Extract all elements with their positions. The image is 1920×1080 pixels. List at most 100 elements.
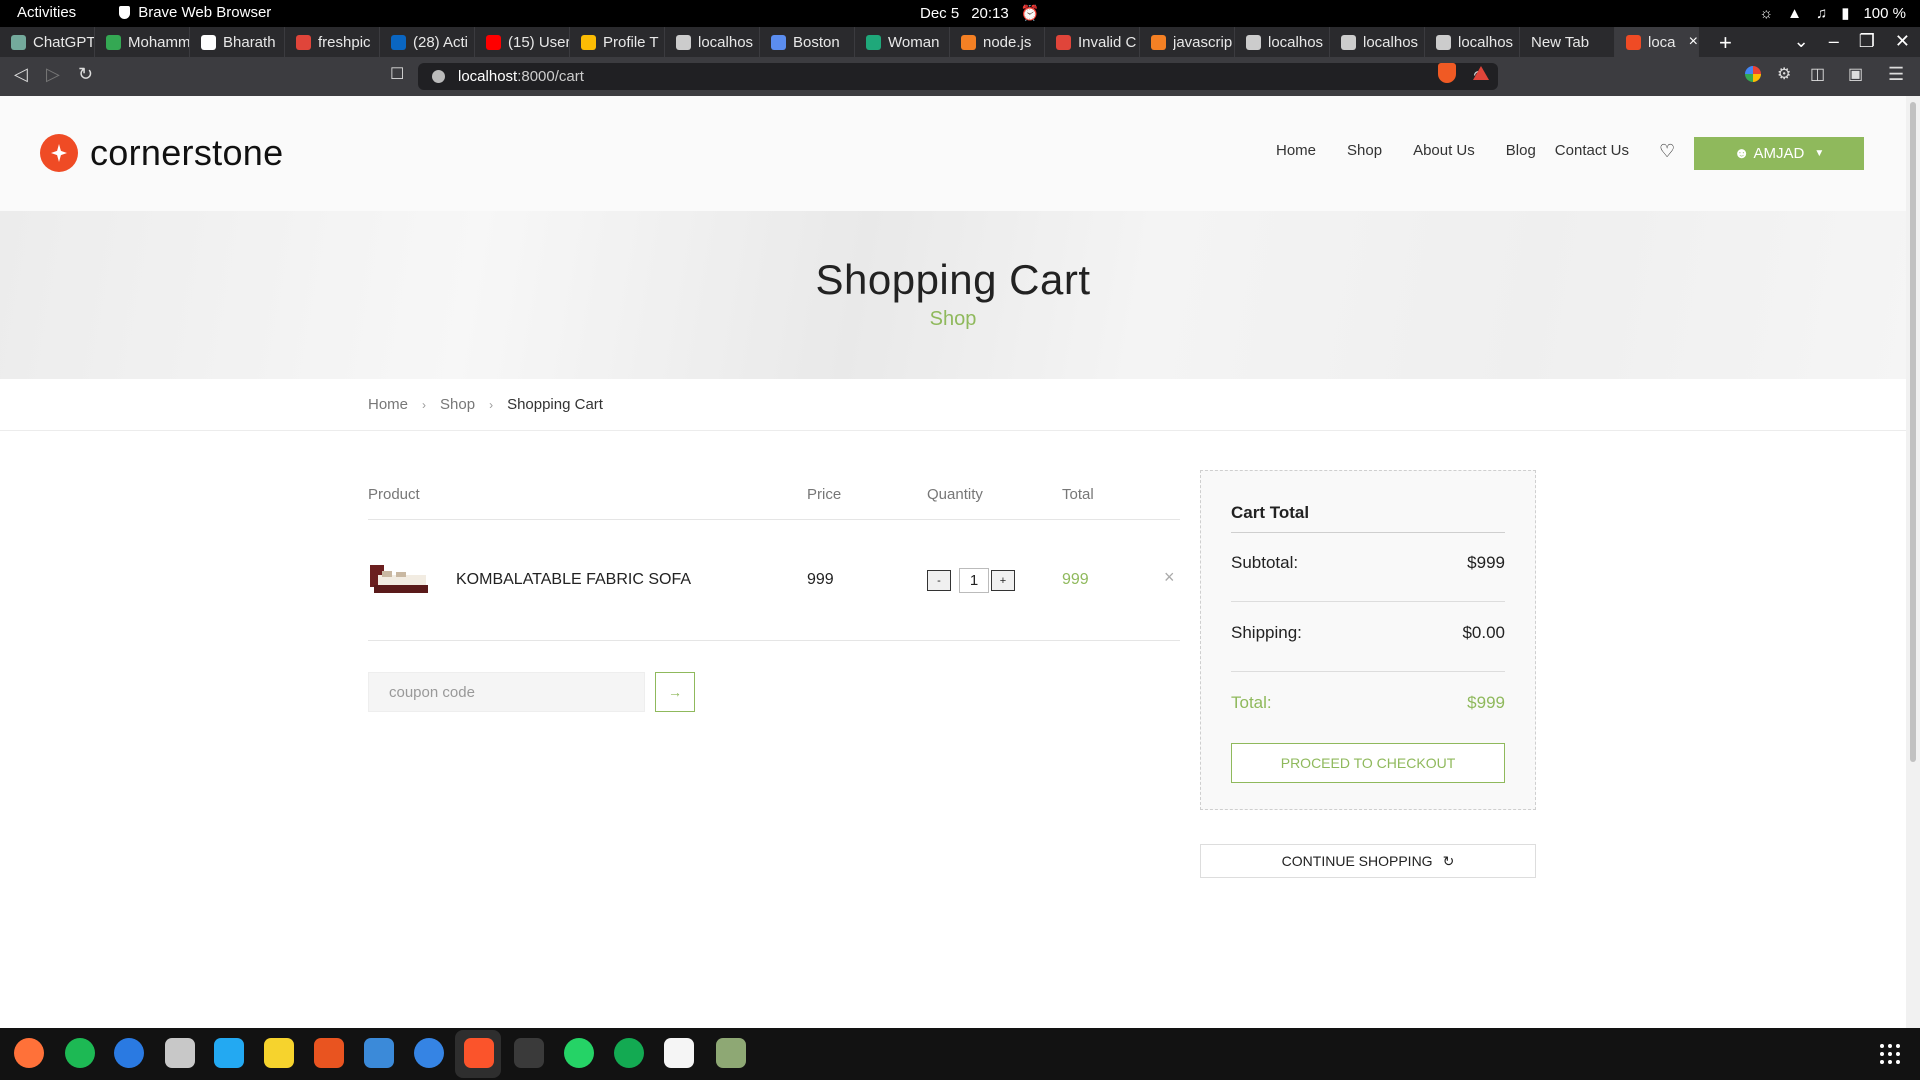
- wallet-icon[interactable]: ▣: [1848, 64, 1863, 84]
- system-top-bar: Activities Brave Web Browser Dec 5 20:13…: [0, 0, 1920, 27]
- browser-tab[interactable]: localhos: [665, 27, 760, 57]
- proceed-to-checkout-button[interactable]: PROCEED TO CHECKOUT: [1231, 743, 1505, 783]
- breadcrumb-home[interactable]: Home: [368, 396, 408, 413]
- firefox-icon[interactable]: [14, 1038, 44, 1068]
- app-center-icon[interactable]: [314, 1038, 344, 1068]
- browser-tab[interactable]: localhos: [1425, 27, 1520, 57]
- puzzle-icon[interactable]: ⚙: [1777, 64, 1791, 84]
- breadcrumb: Home › Shop › Shopping Cart: [368, 396, 603, 413]
- browser-tab[interactable]: freshpic: [285, 27, 380, 57]
- page-scrollbar[interactable]: [1906, 96, 1920, 1028]
- apply-coupon-button[interactable]: →: [655, 672, 695, 712]
- text-editor-icon[interactable]: [664, 1038, 694, 1068]
- window-close-icon[interactable]: ✕: [1895, 31, 1910, 52]
- extension-icon[interactable]: [1745, 66, 1761, 82]
- trash-icon[interactable]: [716, 1038, 746, 1068]
- tab-favicon-icon: [1626, 34, 1641, 50]
- browser-tab[interactable]: localhos: [1330, 27, 1425, 57]
- browser-tab[interactable]: node.js: [950, 27, 1045, 57]
- site-logo[interactable]: cornerstone: [40, 132, 283, 174]
- show-apps-icon[interactable]: [1880, 1044, 1900, 1064]
- forward-icon[interactable]: ▷: [46, 64, 60, 85]
- remove-item-icon[interactable]: ×: [1164, 567, 1175, 588]
- quantity-input[interactable]: 1: [959, 568, 989, 593]
- wishlist-heart-icon[interactable]: ♡: [1659, 141, 1675, 162]
- nav-about[interactable]: About Us: [1413, 142, 1475, 159]
- page-title: Shopping Cart: [815, 256, 1091, 303]
- divider: [368, 640, 1180, 641]
- scrollbar-thumb[interactable]: [1910, 102, 1916, 762]
- restore-icon[interactable]: ❐: [1859, 31, 1875, 52]
- new-tab-button[interactable]: +: [1719, 30, 1732, 56]
- whatsapp-icon[interactable]: [564, 1038, 594, 1068]
- spotify-icon[interactable]: [65, 1038, 95, 1068]
- tab-label: localhos: [698, 33, 754, 51]
- divider: [368, 519, 1180, 520]
- tab-search-icon[interactable]: ⌄: [1794, 31, 1809, 52]
- clock[interactable]: Dec 5 20:13 ⏰: [920, 4, 1039, 23]
- tab-favicon-icon: [391, 34, 406, 50]
- brave-shields-icon[interactable]: [1438, 63, 1456, 83]
- browser-tab[interactable]: localhos: [1235, 27, 1330, 57]
- site-info-icon[interactable]: [432, 70, 445, 83]
- browser-tab[interactable]: Woman: [855, 27, 950, 57]
- tab-favicon-icon: [771, 34, 786, 50]
- browser-tab[interactable]: local ×: [1615, 27, 1699, 57]
- tab-favicon-icon: [486, 34, 501, 50]
- tab-label: ChatGPT: [33, 33, 94, 51]
- tab-label: Profile T: [603, 33, 659, 51]
- breadcrumb-shop[interactable]: Shop: [440, 396, 475, 413]
- tab-label: Boston: [793, 33, 840, 51]
- main-nav: Home Shop About Us Blog Contact Us: [1276, 142, 1660, 159]
- col-header-quantity: Quantity: [927, 486, 983, 503]
- brave-icon[interactable]: [464, 1038, 494, 1068]
- nav-home[interactable]: Home: [1276, 142, 1316, 159]
- system-tray[interactable]: ☼ ▲ ♫ ▮ 100 %: [1759, 4, 1906, 23]
- continue-shopping-button[interactable]: CONTINUE SHOPPING ↻: [1200, 844, 1536, 878]
- browser-tab[interactable]: Profile T: [570, 27, 665, 57]
- terminal-icon[interactable]: [514, 1038, 544, 1068]
- address-bar[interactable]: localhost:8000/cart ↷: [418, 63, 1498, 90]
- rhythmbox-icon[interactable]: [264, 1038, 294, 1068]
- browser-tab[interactable]: Mohamm: [95, 27, 190, 57]
- nav-blog[interactable]: Blog: [1506, 142, 1536, 159]
- user-menu-button[interactable]: ☻ AMJAD ▼: [1694, 137, 1864, 170]
- page-subtitle[interactable]: Shop: [0, 308, 1906, 331]
- volume-icon: ♫: [1815, 4, 1828, 22]
- quantity-increase-button[interactable]: +: [991, 570, 1015, 591]
- quantity-decrease-button[interactable]: -: [927, 570, 951, 591]
- nav-contact[interactable]: Contact Us: [1555, 142, 1629, 159]
- browser-tab[interactable]: javascrip: [1140, 27, 1235, 57]
- bookmark-icon[interactable]: ☐: [390, 64, 404, 84]
- reload-icon[interactable]: ↻: [78, 64, 93, 85]
- thunderbird-icon[interactable]: [114, 1038, 144, 1068]
- tab-label: Woman: [888, 33, 940, 51]
- sidebar-icon[interactable]: ◫: [1810, 64, 1825, 84]
- tab-close-icon[interactable]: ×: [1689, 33, 1698, 51]
- browser-tab[interactable]: Boston: [760, 27, 855, 57]
- vscode-icon[interactable]: [214, 1038, 244, 1068]
- app-menu[interactable]: Brave Web Browser: [119, 4, 271, 21]
- help-icon[interactable]: [414, 1038, 444, 1068]
- tab-favicon-icon: [1151, 34, 1166, 50]
- tab-label: (28) Acti: [413, 33, 469, 51]
- brave-rewards-icon[interactable]: [1473, 66, 1489, 80]
- files-icon[interactable]: [165, 1038, 195, 1068]
- browser-tab[interactable]: (15) User: [475, 27, 570, 57]
- browser-tab[interactable]: ChatGPT: [0, 27, 95, 57]
- subtotal-row: Subtotal: $999: [1231, 553, 1505, 573]
- writer-icon[interactable]: [364, 1038, 394, 1068]
- menu-icon[interactable]: ☰: [1888, 64, 1904, 85]
- activities-button[interactable]: Activities: [17, 4, 76, 21]
- browser-tab[interactable]: New Tab: [1520, 27, 1615, 57]
- back-icon[interactable]: ◁: [14, 64, 28, 85]
- mongodb-icon[interactable]: [614, 1038, 644, 1068]
- nav-shop[interactable]: Shop: [1347, 142, 1382, 159]
- minimize-icon[interactable]: –: [1829, 31, 1839, 52]
- product-name[interactable]: KOMBALATABLE FABRIC SOFA: [456, 571, 691, 589]
- browser-tab[interactable]: Bharath: [190, 27, 285, 57]
- browser-tab[interactable]: (28) Acti: [380, 27, 475, 57]
- product-thumbnail[interactable]: [368, 559, 430, 599]
- browser-tab[interactable]: Invalid C: [1045, 27, 1140, 57]
- coupon-input[interactable]: coupon code: [368, 672, 645, 712]
